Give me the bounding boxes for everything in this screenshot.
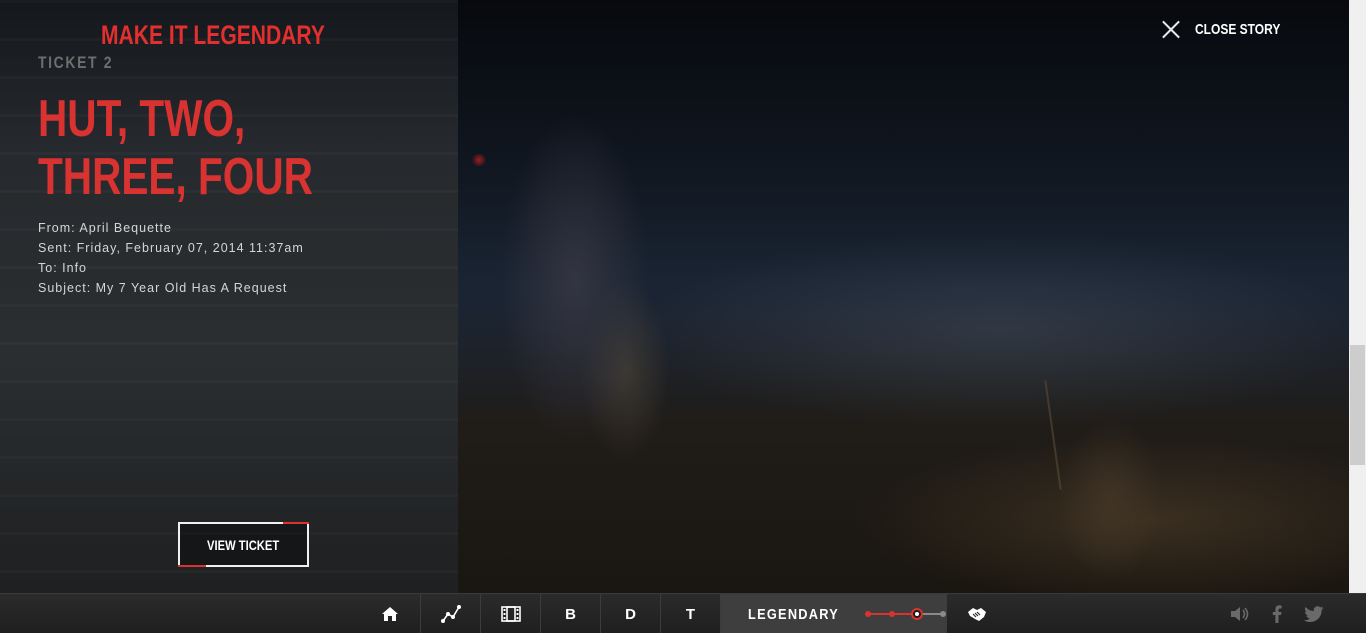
nav-home[interactable] bbox=[360, 594, 420, 633]
meta-to: To: Info bbox=[38, 261, 87, 275]
twitter-icon[interactable] bbox=[1304, 606, 1324, 622]
progress-dot-2[interactable] bbox=[889, 611, 896, 617]
view-ticket-label: VIEW TICKET bbox=[207, 536, 280, 553]
home-icon bbox=[381, 606, 399, 622]
ticket-label: TICKET 2 bbox=[38, 53, 114, 72]
background-creature bbox=[455, 40, 705, 590]
progress-dot-4[interactable] bbox=[940, 611, 947, 617]
background-statue bbox=[1030, 370, 1190, 592]
meta-subject: Subject: My 7 Year Old Has A Request bbox=[38, 281, 288, 295]
volume-icon[interactable] bbox=[1230, 606, 1250, 622]
meta-sent: Sent: Friday, February 07, 2014 11:37am bbox=[38, 241, 304, 255]
meta-from: From: April Bequette bbox=[38, 221, 172, 235]
bottom-nav-bar: B D T LEGENDARY bbox=[0, 593, 1366, 633]
bottom-nav: B D T LEGENDARY bbox=[360, 594, 1006, 633]
nav-handshake[interactable] bbox=[946, 594, 1006, 633]
progress-dot-current[interactable] bbox=[911, 608, 924, 620]
film-icon bbox=[500, 606, 521, 622]
story-headline: HUT, TWO, THREE, FOUR bbox=[38, 90, 313, 206]
social-icons bbox=[1230, 594, 1324, 633]
close-icon bbox=[1162, 20, 1181, 39]
nav-legendary-label: LEGENDARY bbox=[748, 605, 840, 623]
chart-line-icon bbox=[440, 605, 461, 623]
scrollbar-track[interactable] bbox=[1349, 0, 1366, 593]
nav-d-label: D bbox=[625, 605, 636, 623]
nav-d[interactable]: D bbox=[600, 594, 660, 633]
nav-b-label: B bbox=[565, 605, 576, 623]
view-ticket-button[interactable]: VIEW TICKET bbox=[178, 522, 309, 567]
handshake-icon bbox=[967, 606, 987, 622]
progress-dot-1[interactable] bbox=[865, 611, 872, 617]
nav-film[interactable] bbox=[480, 594, 540, 633]
nav-t-label: T bbox=[685, 605, 696, 623]
nav-chart[interactable] bbox=[420, 594, 480, 633]
nav-b[interactable]: B bbox=[540, 594, 600, 633]
facebook-icon[interactable] bbox=[1272, 605, 1282, 623]
brand-title: MAKE IT LEGENDARY bbox=[101, 20, 325, 50]
nav-legendary[interactable]: LEGENDARY bbox=[720, 594, 947, 633]
close-story-label: CLOSE STORY bbox=[1195, 21, 1281, 38]
nav-t[interactable]: T bbox=[660, 594, 720, 633]
creature-eye bbox=[472, 154, 486, 166]
scrollbar-thumb[interactable] bbox=[1350, 345, 1365, 465]
story-progress bbox=[865, 607, 947, 621]
close-story-button[interactable]: CLOSE STORY bbox=[1162, 20, 1302, 39]
email-meta: From: April Bequette Sent: Friday, Febru… bbox=[38, 218, 304, 298]
